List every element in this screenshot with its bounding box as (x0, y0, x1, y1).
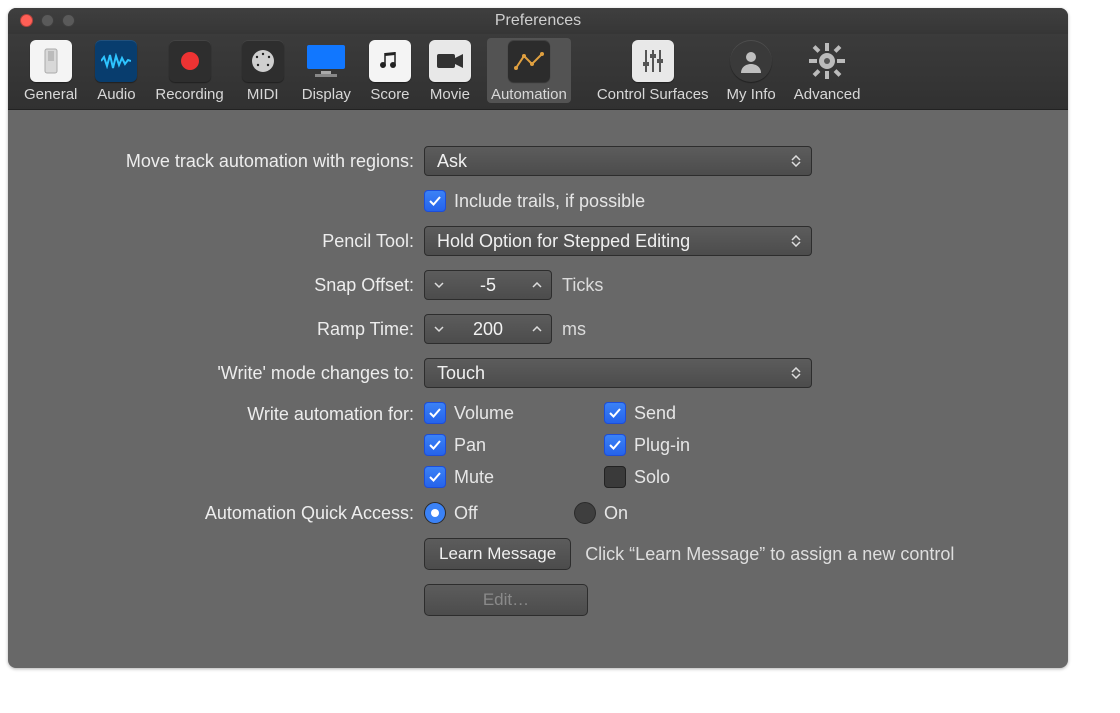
preferences-window: Preferences General Audio Recording (8, 8, 1068, 668)
checkbox-label: Volume (454, 403, 514, 424)
waveform-icon (95, 40, 137, 82)
chevrons-icon (787, 147, 805, 175)
window-controls (20, 14, 75, 27)
automation-pane: Move track automation with regions: Ask … (8, 110, 1068, 660)
tab-advanced[interactable]: Advanced (792, 40, 863, 103)
write-mode-select[interactable]: Touch (424, 358, 812, 388)
volume-checkbox[interactable] (424, 402, 446, 424)
tab-my-info[interactable]: My Info (725, 40, 778, 103)
window-title: Preferences (495, 12, 581, 30)
chevron-down-icon[interactable] (425, 271, 453, 299)
tab-general[interactable]: General (22, 40, 79, 103)
prefs-toolbar: General Audio Recording MIDI Display (8, 34, 1068, 110)
include-trails-checkbox[interactable] (424, 190, 446, 212)
tab-label: Score (370, 86, 409, 103)
title-bar: Preferences (8, 8, 1068, 34)
stepper-value: -5 (453, 275, 523, 296)
faders-icon (632, 40, 674, 82)
chevrons-icon (787, 359, 805, 387)
tab-label: General (24, 86, 77, 103)
quick-access-on-radio[interactable] (574, 502, 596, 524)
score-icon (369, 40, 411, 82)
tab-automation[interactable]: Automation (487, 38, 571, 103)
checkbox-label: Plug-in (634, 435, 690, 456)
gear-icon (806, 40, 848, 82)
tab-label: My Info (727, 86, 776, 103)
tab-label: Display (302, 86, 351, 103)
pan-checkbox[interactable] (424, 434, 446, 456)
stepper-value: 200 (453, 319, 523, 340)
solo-checkbox[interactable] (604, 466, 626, 488)
tab-recording[interactable]: Recording (153, 40, 225, 103)
tab-midi[interactable]: MIDI (240, 40, 286, 103)
quick-access-off-radio[interactable] (424, 502, 446, 524)
radio-label: On (604, 503, 628, 524)
tab-label: Audio (97, 86, 135, 103)
chevron-up-icon[interactable] (523, 271, 551, 299)
checkbox-label: Mute (454, 467, 494, 488)
snap-offset-unit: Ticks (562, 275, 603, 296)
include-trails-label: Include trails, if possible (454, 191, 645, 212)
tab-label: Recording (155, 86, 223, 103)
checkbox-label: Solo (634, 467, 670, 488)
move-automation-label: Move track automation with regions: (48, 151, 424, 172)
checkbox-label: Send (634, 403, 676, 424)
tab-score[interactable]: Score (367, 40, 413, 103)
select-value: Hold Option for Stepped Editing (437, 231, 690, 252)
write-automation-for-label: Write automation for: (48, 402, 424, 425)
chevron-down-icon[interactable] (425, 315, 453, 343)
midi-icon (242, 40, 284, 82)
tab-control-surfaces[interactable]: Control Surfaces (595, 40, 711, 103)
record-icon (169, 40, 211, 82)
tab-audio[interactable]: Audio (93, 40, 139, 103)
learn-message-button[interactable]: Learn Message (424, 538, 571, 570)
tab-label: Movie (430, 86, 470, 103)
plugin-checkbox[interactable] (604, 434, 626, 456)
radio-label: Off (454, 503, 478, 524)
pencil-tool-select[interactable]: Hold Option for Stepped Editing (424, 226, 812, 256)
snap-offset-stepper[interactable]: -5 (424, 270, 552, 300)
tab-label: MIDI (247, 86, 279, 103)
learn-message-hint: Click “Learn Message” to assign a new co… (585, 544, 954, 565)
automation-icon (508, 40, 550, 82)
tab-label: Control Surfaces (597, 86, 709, 103)
close-icon[interactable] (20, 14, 33, 27)
ramp-time-stepper[interactable]: 200 (424, 314, 552, 344)
tab-label: Automation (491, 86, 567, 103)
display-icon (305, 40, 347, 82)
tab-movie[interactable]: Movie (427, 40, 473, 103)
tab-label: Advanced (794, 86, 861, 103)
move-automation-select[interactable]: Ask (424, 146, 812, 176)
ramp-time-unit: ms (562, 319, 586, 340)
person-icon (730, 40, 772, 82)
chevron-up-icon[interactable] (523, 315, 551, 343)
write-mode-label: 'Write' mode changes to: (48, 363, 424, 384)
switch-icon (30, 40, 72, 82)
send-checkbox[interactable] (604, 402, 626, 424)
tab-display[interactable]: Display (300, 40, 353, 103)
mute-checkbox[interactable] (424, 466, 446, 488)
pencil-tool-label: Pencil Tool: (48, 231, 424, 252)
zoom-icon[interactable] (62, 14, 75, 27)
select-value: Ask (437, 151, 467, 172)
ramp-time-label: Ramp Time: (48, 319, 424, 340)
chevrons-icon (787, 227, 805, 255)
select-value: Touch (437, 363, 485, 384)
minimize-icon[interactable] (41, 14, 54, 27)
edit-button[interactable]: Edit… (424, 584, 588, 616)
quick-access-label: Automation Quick Access: (48, 503, 424, 524)
movie-icon (429, 40, 471, 82)
checkbox-label: Pan (454, 435, 486, 456)
snap-offset-label: Snap Offset: (48, 275, 424, 296)
